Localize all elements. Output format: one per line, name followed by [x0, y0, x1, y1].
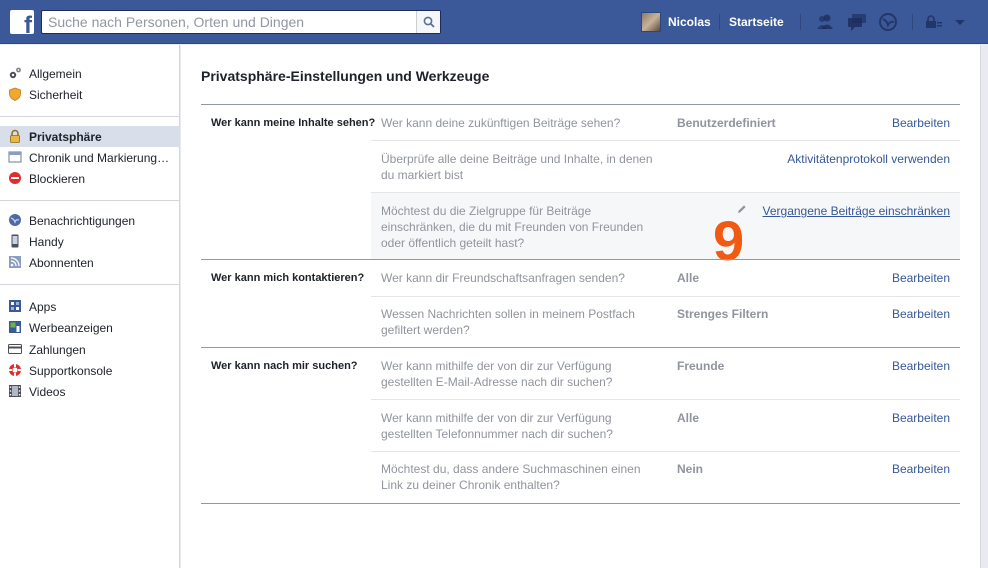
setting-value: Nein [677, 462, 704, 476]
rss-icon [9, 256, 21, 268]
sidebar-item-label: Supportkonsole [29, 364, 113, 378]
limit-past-posts-link[interactable]: Vergangene Beiträge einschränken [763, 204, 950, 218]
sidebar-item-notifications[interactable]: Benachrichtigungen [0, 210, 180, 231]
settings-sidebar: Allgemein Sicherheit Privatsphäre Chroni… [0, 45, 180, 568]
edit-link[interactable]: Bearbeiten [892, 307, 950, 321]
setting-question: Möchtest du die Zielgruppe für Beiträge … [381, 204, 644, 250]
edit-link[interactable]: Bearbeiten [892, 462, 950, 476]
setting-question: Wer kann mithilfe der von dir zur Verfüg… [381, 359, 613, 389]
lock-icon [10, 129, 20, 143]
edit-link[interactable]: Bearbeiten [892, 411, 950, 425]
privacy-shortcuts-icon[interactable] [923, 12, 945, 32]
sidebar-item-security[interactable]: Sicherheit [0, 84, 180, 105]
search-box [41, 10, 441, 34]
section-label-who-can-see: Wer kann meine Inhalte sehen? [211, 117, 376, 129]
globe-icon [9, 214, 21, 226]
setting-value: Alle [677, 271, 700, 285]
setting-question: Wer kann deine zukünftigen Beiträge sehe… [381, 116, 621, 130]
sidebar-item-label: Privatsphäre [29, 130, 102, 144]
divider [0, 200, 180, 201]
sidebar-item-timeline-tagging[interactable]: Chronik und Markierung… [0, 147, 180, 168]
divider [201, 347, 960, 348]
lifebuoy-icon [9, 364, 21, 376]
timeline-icon [8, 151, 22, 163]
page-title: Privatsphäre-Einstellungen und Werkzeuge [201, 68, 490, 84]
edit-link[interactable]: Bearbeiten [892, 359, 950, 373]
edit-link[interactable]: Bearbeiten [892, 116, 950, 130]
step-number-annotation: 9 [713, 209, 745, 272]
divider [719, 14, 720, 30]
top-navigation-bar: f Nicolas Startseite [0, 0, 988, 44]
sidebar-item-label: Zahlungen [29, 343, 86, 357]
notifications-globe-icon[interactable] [877, 12, 899, 32]
divider [371, 399, 960, 400]
messages-icon[interactable] [846, 12, 868, 32]
sidebar-item-ads[interactable]: Werbeanzeigen [0, 317, 180, 338]
home-link[interactable]: Startseite [729, 15, 784, 29]
setting-value: Strenges Filtern [677, 307, 769, 321]
divider [371, 140, 960, 141]
section-label-who-can-look-up: Wer kann nach mir suchen? [211, 360, 358, 372]
sidebar-item-label: Videos [29, 385, 66, 399]
friend-requests-icon[interactable] [814, 12, 836, 32]
divider [371, 451, 960, 452]
search-input[interactable] [42, 11, 416, 33]
search-button[interactable] [416, 11, 440, 33]
privacy-settings-panel: Privatsphäre-Einstellungen und Werkzeuge… [181, 45, 980, 568]
divider [912, 14, 913, 30]
sidebar-item-label: Abonnenten [29, 256, 94, 270]
setting-question: Möchtest du, dass andere Suchmaschinen e… [381, 462, 641, 492]
sidebar-item-privacy[interactable]: Privatsphäre [0, 126, 180, 147]
apps-icon [9, 300, 21, 312]
ads-icon [9, 321, 21, 333]
sidebar-item-general[interactable]: Allgemein [0, 63, 180, 84]
setting-question: Wer kann mithilfe der von dir zur Verfüg… [381, 411, 613, 441]
divider [0, 284, 180, 285]
sidebar-item-payments[interactable]: Zahlungen [0, 339, 180, 360]
sidebar-item-followers[interactable]: Abonnenten [0, 252, 180, 273]
sidebar-item-label: Sicherheit [29, 88, 83, 102]
sidebar-item-label: Handy [29, 235, 64, 249]
sidebar-item-label: Allgemein [29, 67, 82, 81]
divider [371, 296, 960, 297]
sidebar-item-label: Blockieren [29, 172, 86, 186]
profile-link[interactable]: Nicolas [668, 15, 711, 29]
shield-icon [9, 87, 21, 101]
divider [0, 116, 180, 117]
section-label-who-can-contact: Wer kann mich kontaktieren? [211, 272, 365, 284]
block-icon [9, 172, 21, 184]
gears-icon [9, 67, 21, 79]
sidebar-item-label: Benachrichtigungen [29, 214, 136, 228]
divider [201, 104, 960, 105]
edit-link[interactable]: Bearbeiten [892, 271, 950, 285]
credit-card-icon [8, 344, 22, 354]
setting-question: Überprüfe alle deine Beiträge und Inhalt… [381, 152, 653, 182]
search-icon [423, 16, 435, 28]
divider [201, 259, 960, 260]
sidebar-item-label: Werbeanzeigen [29, 321, 113, 335]
sidebar-item-mobile[interactable]: Handy [0, 231, 180, 252]
facebook-logo-icon[interactable]: f [10, 10, 34, 34]
setting-value: Freunde [677, 359, 725, 373]
phone-icon [11, 234, 19, 248]
sidebar-item-blocking[interactable]: Blockieren [0, 168, 180, 189]
divider [201, 503, 960, 504]
sidebar-item-videos[interactable]: Videos [0, 381, 180, 402]
divider [800, 14, 801, 30]
setting-question: Wessen Nachrichten sollen in meinem Post… [381, 307, 635, 337]
activity-log-link[interactable]: Aktivitätenprotokoll verwenden [787, 152, 950, 166]
sidebar-item-apps[interactable]: Apps [0, 296, 180, 317]
right-gutter [980, 45, 988, 568]
sidebar-item-support-dashboard[interactable]: Supportkonsole [0, 360, 180, 381]
sidebar-item-label: Apps [29, 300, 57, 314]
setting-value: Alle [677, 411, 700, 425]
setting-value: Benutzerdefiniert [677, 116, 776, 130]
chevron-down-icon[interactable] [952, 12, 974, 32]
film-icon [9, 385, 21, 397]
setting-question: Wer kann dir Freundschaftsanfragen sende… [381, 271, 625, 285]
sidebar-item-label: Chronik und Markierung… [29, 151, 170, 165]
avatar[interactable] [641, 12, 661, 32]
